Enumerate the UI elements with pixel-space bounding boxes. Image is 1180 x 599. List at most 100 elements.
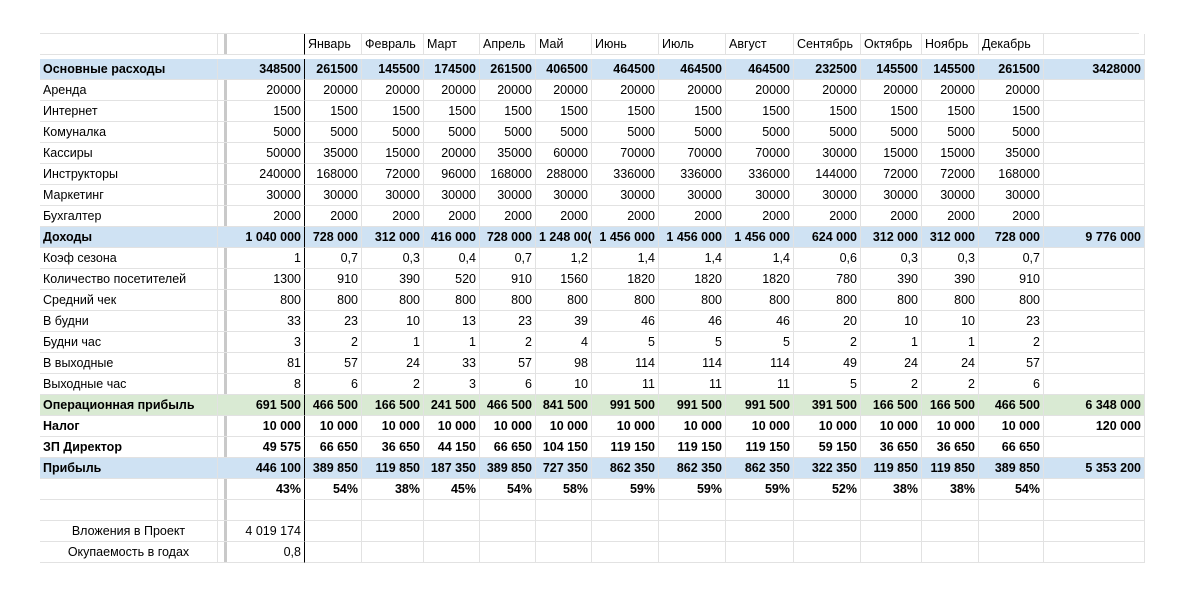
month-value-cell[interactable]: 39 xyxy=(536,311,592,332)
month-value-cell[interactable]: 10 xyxy=(536,374,592,395)
month-value-cell[interactable] xyxy=(536,521,592,542)
month-value-cell[interactable]: 288000 xyxy=(536,164,592,185)
month-value-cell[interactable]: 20000 xyxy=(592,80,659,101)
base-value-cell[interactable]: 1 xyxy=(221,248,305,269)
month-value-cell[interactable]: 10 000 xyxy=(726,416,794,437)
month-value-cell[interactable]: 5000 xyxy=(794,122,861,143)
month-value-cell[interactable]: 10 000 xyxy=(424,416,480,437)
base-value-cell[interactable]: 691 500 xyxy=(221,395,305,416)
total-value-cell[interactable]: 120 000 xyxy=(1044,416,1145,437)
total-value-cell[interactable] xyxy=(1044,500,1145,521)
row-label-cell[interactable]: Вложения в Проект xyxy=(40,521,218,542)
month-value-cell[interactable]: 322 350 xyxy=(794,458,861,479)
month-header-cell[interactable]: Май xyxy=(536,34,592,55)
month-value-cell[interactable]: 10 xyxy=(922,311,979,332)
month-header-cell[interactable]: Декабрь xyxy=(979,34,1044,55)
month-value-cell[interactable]: 5000 xyxy=(592,122,659,143)
month-value-cell[interactable]: 24 xyxy=(922,353,979,374)
month-value-cell[interactable]: 466 500 xyxy=(979,395,1044,416)
month-value-cell[interactable] xyxy=(979,500,1044,521)
month-value-cell[interactable]: 336000 xyxy=(592,164,659,185)
row-label-cell[interactable]: Окупаемость в годах xyxy=(40,542,218,563)
month-value-cell[interactable]: 23 xyxy=(480,311,536,332)
month-value-cell[interactable]: 390 xyxy=(922,269,979,290)
month-value-cell[interactable]: 1560 xyxy=(536,269,592,290)
base-value-cell[interactable]: 1500 xyxy=(221,101,305,122)
base-value-cell[interactable]: 240000 xyxy=(221,164,305,185)
month-header-cell[interactable]: Июль xyxy=(659,34,726,55)
month-value-cell[interactable] xyxy=(305,521,362,542)
total-value-cell[interactable] xyxy=(1044,248,1145,269)
header-total-cell[interactable] xyxy=(1044,34,1145,55)
month-value-cell[interactable]: 44 150 xyxy=(424,437,480,458)
month-value-cell[interactable]: 54% xyxy=(979,479,1044,500)
month-value-cell[interactable]: 119 150 xyxy=(659,437,726,458)
month-header-cell[interactable]: Февраль xyxy=(362,34,424,55)
month-value-cell[interactable]: 20000 xyxy=(424,80,480,101)
total-value-cell[interactable]: 3428000 xyxy=(1044,59,1145,80)
month-value-cell[interactable]: 464500 xyxy=(726,59,794,80)
month-value-cell[interactable]: 10 000 xyxy=(979,416,1044,437)
month-header-cell[interactable]: Январь xyxy=(305,34,362,55)
month-value-cell[interactable]: 312 000 xyxy=(922,227,979,248)
month-value-cell[interactable]: 5000 xyxy=(726,122,794,143)
month-value-cell[interactable] xyxy=(362,542,424,563)
row-label-cell[interactable]: Операционная прибыль xyxy=(40,395,218,416)
month-value-cell[interactable]: 5000 xyxy=(305,122,362,143)
month-value-cell[interactable]: 35000 xyxy=(305,143,362,164)
month-value-cell[interactable]: 20000 xyxy=(362,80,424,101)
base-value-cell[interactable]: 5000 xyxy=(221,122,305,143)
month-value-cell[interactable] xyxy=(592,521,659,542)
row-label-cell[interactable]: Доходы xyxy=(40,227,218,248)
month-value-cell[interactable]: 70000 xyxy=(659,143,726,164)
month-value-cell[interactable]: 33 xyxy=(424,353,480,374)
month-value-cell[interactable]: 30000 xyxy=(726,185,794,206)
month-value-cell[interactable]: 11 xyxy=(592,374,659,395)
month-value-cell[interactable]: 800 xyxy=(536,290,592,311)
month-value-cell[interactable]: 1 456 000 xyxy=(592,227,659,248)
base-value-cell[interactable]: 800 xyxy=(221,290,305,311)
month-value-cell[interactable]: 2 xyxy=(922,374,979,395)
month-value-cell[interactable]: 6 xyxy=(979,374,1044,395)
month-value-cell[interactable]: 390 xyxy=(362,269,424,290)
month-value-cell[interactable]: 728 000 xyxy=(979,227,1044,248)
month-value-cell[interactable]: 24 xyxy=(861,353,922,374)
row-label-cell[interactable]: Бухгалтер xyxy=(40,206,218,227)
total-value-cell[interactable] xyxy=(1044,437,1145,458)
month-value-cell[interactable]: 2 xyxy=(794,332,861,353)
month-value-cell[interactable]: 1500 xyxy=(305,101,362,122)
row-label-cell[interactable]: В будни xyxy=(40,311,218,332)
month-value-cell[interactable]: 2000 xyxy=(362,206,424,227)
total-value-cell[interactable]: 6 348 000 xyxy=(1044,395,1145,416)
month-value-cell[interactable]: 96000 xyxy=(424,164,480,185)
month-value-cell[interactable] xyxy=(480,542,536,563)
month-value-cell[interactable]: 20000 xyxy=(726,80,794,101)
month-value-cell[interactable]: 57 xyxy=(305,353,362,374)
month-value-cell[interactable]: 20000 xyxy=(536,80,592,101)
month-value-cell[interactable]: 5000 xyxy=(979,122,1044,143)
month-value-cell[interactable]: 57 xyxy=(979,353,1044,374)
month-value-cell[interactable]: 66 650 xyxy=(979,437,1044,458)
month-value-cell[interactable]: 1,4 xyxy=(592,248,659,269)
month-value-cell[interactable]: 5000 xyxy=(861,122,922,143)
month-value-cell[interactable]: 59 150 xyxy=(794,437,861,458)
month-value-cell[interactable]: 35000 xyxy=(979,143,1044,164)
month-value-cell[interactable]: 1500 xyxy=(922,101,979,122)
month-value-cell[interactable]: 5000 xyxy=(424,122,480,143)
month-value-cell[interactable]: 10 000 xyxy=(305,416,362,437)
month-value-cell[interactable]: 98 xyxy=(536,353,592,374)
month-value-cell[interactable]: 35000 xyxy=(480,143,536,164)
month-value-cell[interactable]: 1 xyxy=(424,332,480,353)
month-value-cell[interactable]: 800 xyxy=(794,290,861,311)
month-value-cell[interactable]: 5000 xyxy=(922,122,979,143)
month-value-cell[interactable]: 0,4 xyxy=(424,248,480,269)
base-value-cell[interactable]: 3 xyxy=(221,332,305,353)
total-value-cell[interactable] xyxy=(1044,374,1145,395)
month-value-cell[interactable]: 144000 xyxy=(794,164,861,185)
month-value-cell[interactable]: 390 xyxy=(861,269,922,290)
row-label-cell[interactable]: Прибыль xyxy=(40,458,218,479)
month-value-cell[interactable]: 991 500 xyxy=(726,395,794,416)
month-value-cell[interactable] xyxy=(424,521,480,542)
month-value-cell[interactable]: 10 000 xyxy=(659,416,726,437)
month-value-cell[interactable]: 2 xyxy=(305,332,362,353)
